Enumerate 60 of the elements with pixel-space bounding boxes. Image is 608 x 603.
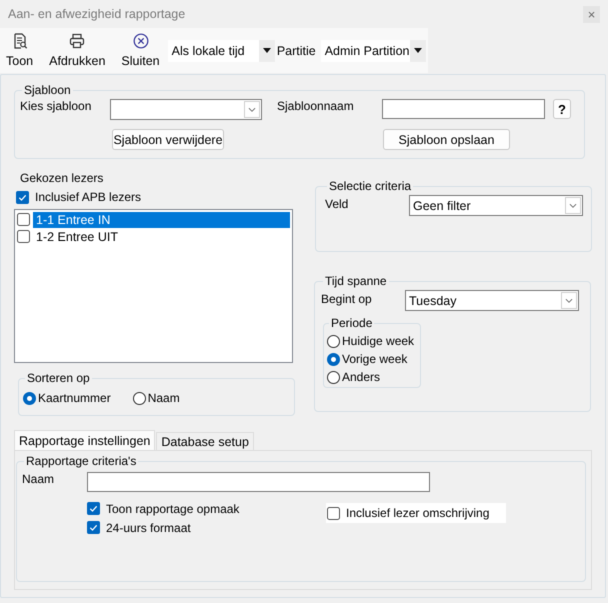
dropdown[interactable]: Admin Partition [320, 40, 426, 62]
radio-label: Naam [148, 391, 180, 405]
caret-icon [262, 48, 271, 53]
group-title: Tijd spanne [324, 274, 388, 288]
group-title: Periode [330, 316, 374, 330]
dropdown[interactable]: Geen filter [409, 195, 583, 216]
group-title: Selectie criteria [328, 179, 412, 193]
field-label: Kies sjabloon [20, 99, 92, 113]
field-label: Partitie [276, 44, 316, 58]
radio-label: Huidige week [342, 334, 414, 348]
toolbar-button[interactable]: Afdrukken [47, 33, 108, 68]
checkbox-label: Inclusief lezer omschrijving [346, 506, 490, 520]
group-title: Sorteren op [26, 371, 91, 385]
checkbox-label: Toon rapportage opmaak [106, 502, 240, 516]
list-item[interactable]: 1-1 Entree IN [33, 212, 290, 228]
radio-button[interactable] [327, 370, 340, 384]
chevron-icon [561, 292, 577, 309]
section-title: Gekozen lezers [20, 171, 104, 185]
tab[interactable]: Database setup [156, 432, 254, 450]
checkbox-label: Inclusief APB lezers [35, 190, 142, 204]
checkbox[interactable] [17, 213, 30, 226]
radio-label: Vorige week [342, 352, 408, 366]
toolbar-button[interactable]: Sluiten [119, 33, 162, 68]
checkbox-label: 24-uurs formaat [106, 520, 191, 534]
group-title: Rapportage criteria's [25, 454, 138, 468]
input-field[interactable] [382, 99, 545, 119]
document-search-icon [12, 33, 28, 49]
radio-button[interactable] [327, 334, 340, 348]
checkbox[interactable] [327, 506, 340, 520]
checkbox[interactable] [87, 502, 100, 515]
radio-button[interactable] [132, 392, 146, 404]
input-field[interactable] [87, 472, 430, 492]
toolbar-button[interactable]: Toon [4, 33, 36, 68]
printer-icon [69, 33, 86, 49]
checkbox[interactable] [16, 190, 29, 204]
close-button[interactable]: × [583, 6, 600, 22]
caret-icon [414, 48, 422, 53]
tab[interactable]: Rapportage instellingen [14, 430, 156, 450]
field-label: Veld [325, 196, 350, 211]
group-title: Sjabloon [23, 83, 72, 97]
chevron-icon [244, 101, 260, 118]
radio-label: Anders [342, 370, 380, 384]
save-button[interactable]: Sjabloon opslaan [383, 129, 510, 150]
checkbox[interactable] [17, 230, 30, 243]
dropdown[interactable]: Als lokale tijd [168, 40, 275, 62]
radio-label: Kaartnummer [38, 391, 111, 405]
dropdown[interactable] [110, 99, 262, 120]
radio-button[interactable] [327, 352, 340, 366]
window-title: Aan- en afwezigheid rapportage [8, 7, 186, 21]
chevron-icon [565, 197, 581, 214]
help-button[interactable]: ? [553, 99, 571, 119]
checkbox[interactable] [87, 521, 100, 534]
field-label: Begint op [321, 291, 373, 306]
close-icon [132, 33, 148, 49]
dropdown[interactable]: Tuesday [405, 290, 579, 311]
field-label: Sjabloonnaam [277, 99, 355, 113]
radio-button[interactable] [23, 392, 36, 404]
delete-button[interactable]: Sjabloon verwijdere [112, 129, 224, 150]
field-label: Naam [22, 472, 56, 488]
list-item[interactable]: 1-2 Entree UIT [33, 228, 290, 244]
